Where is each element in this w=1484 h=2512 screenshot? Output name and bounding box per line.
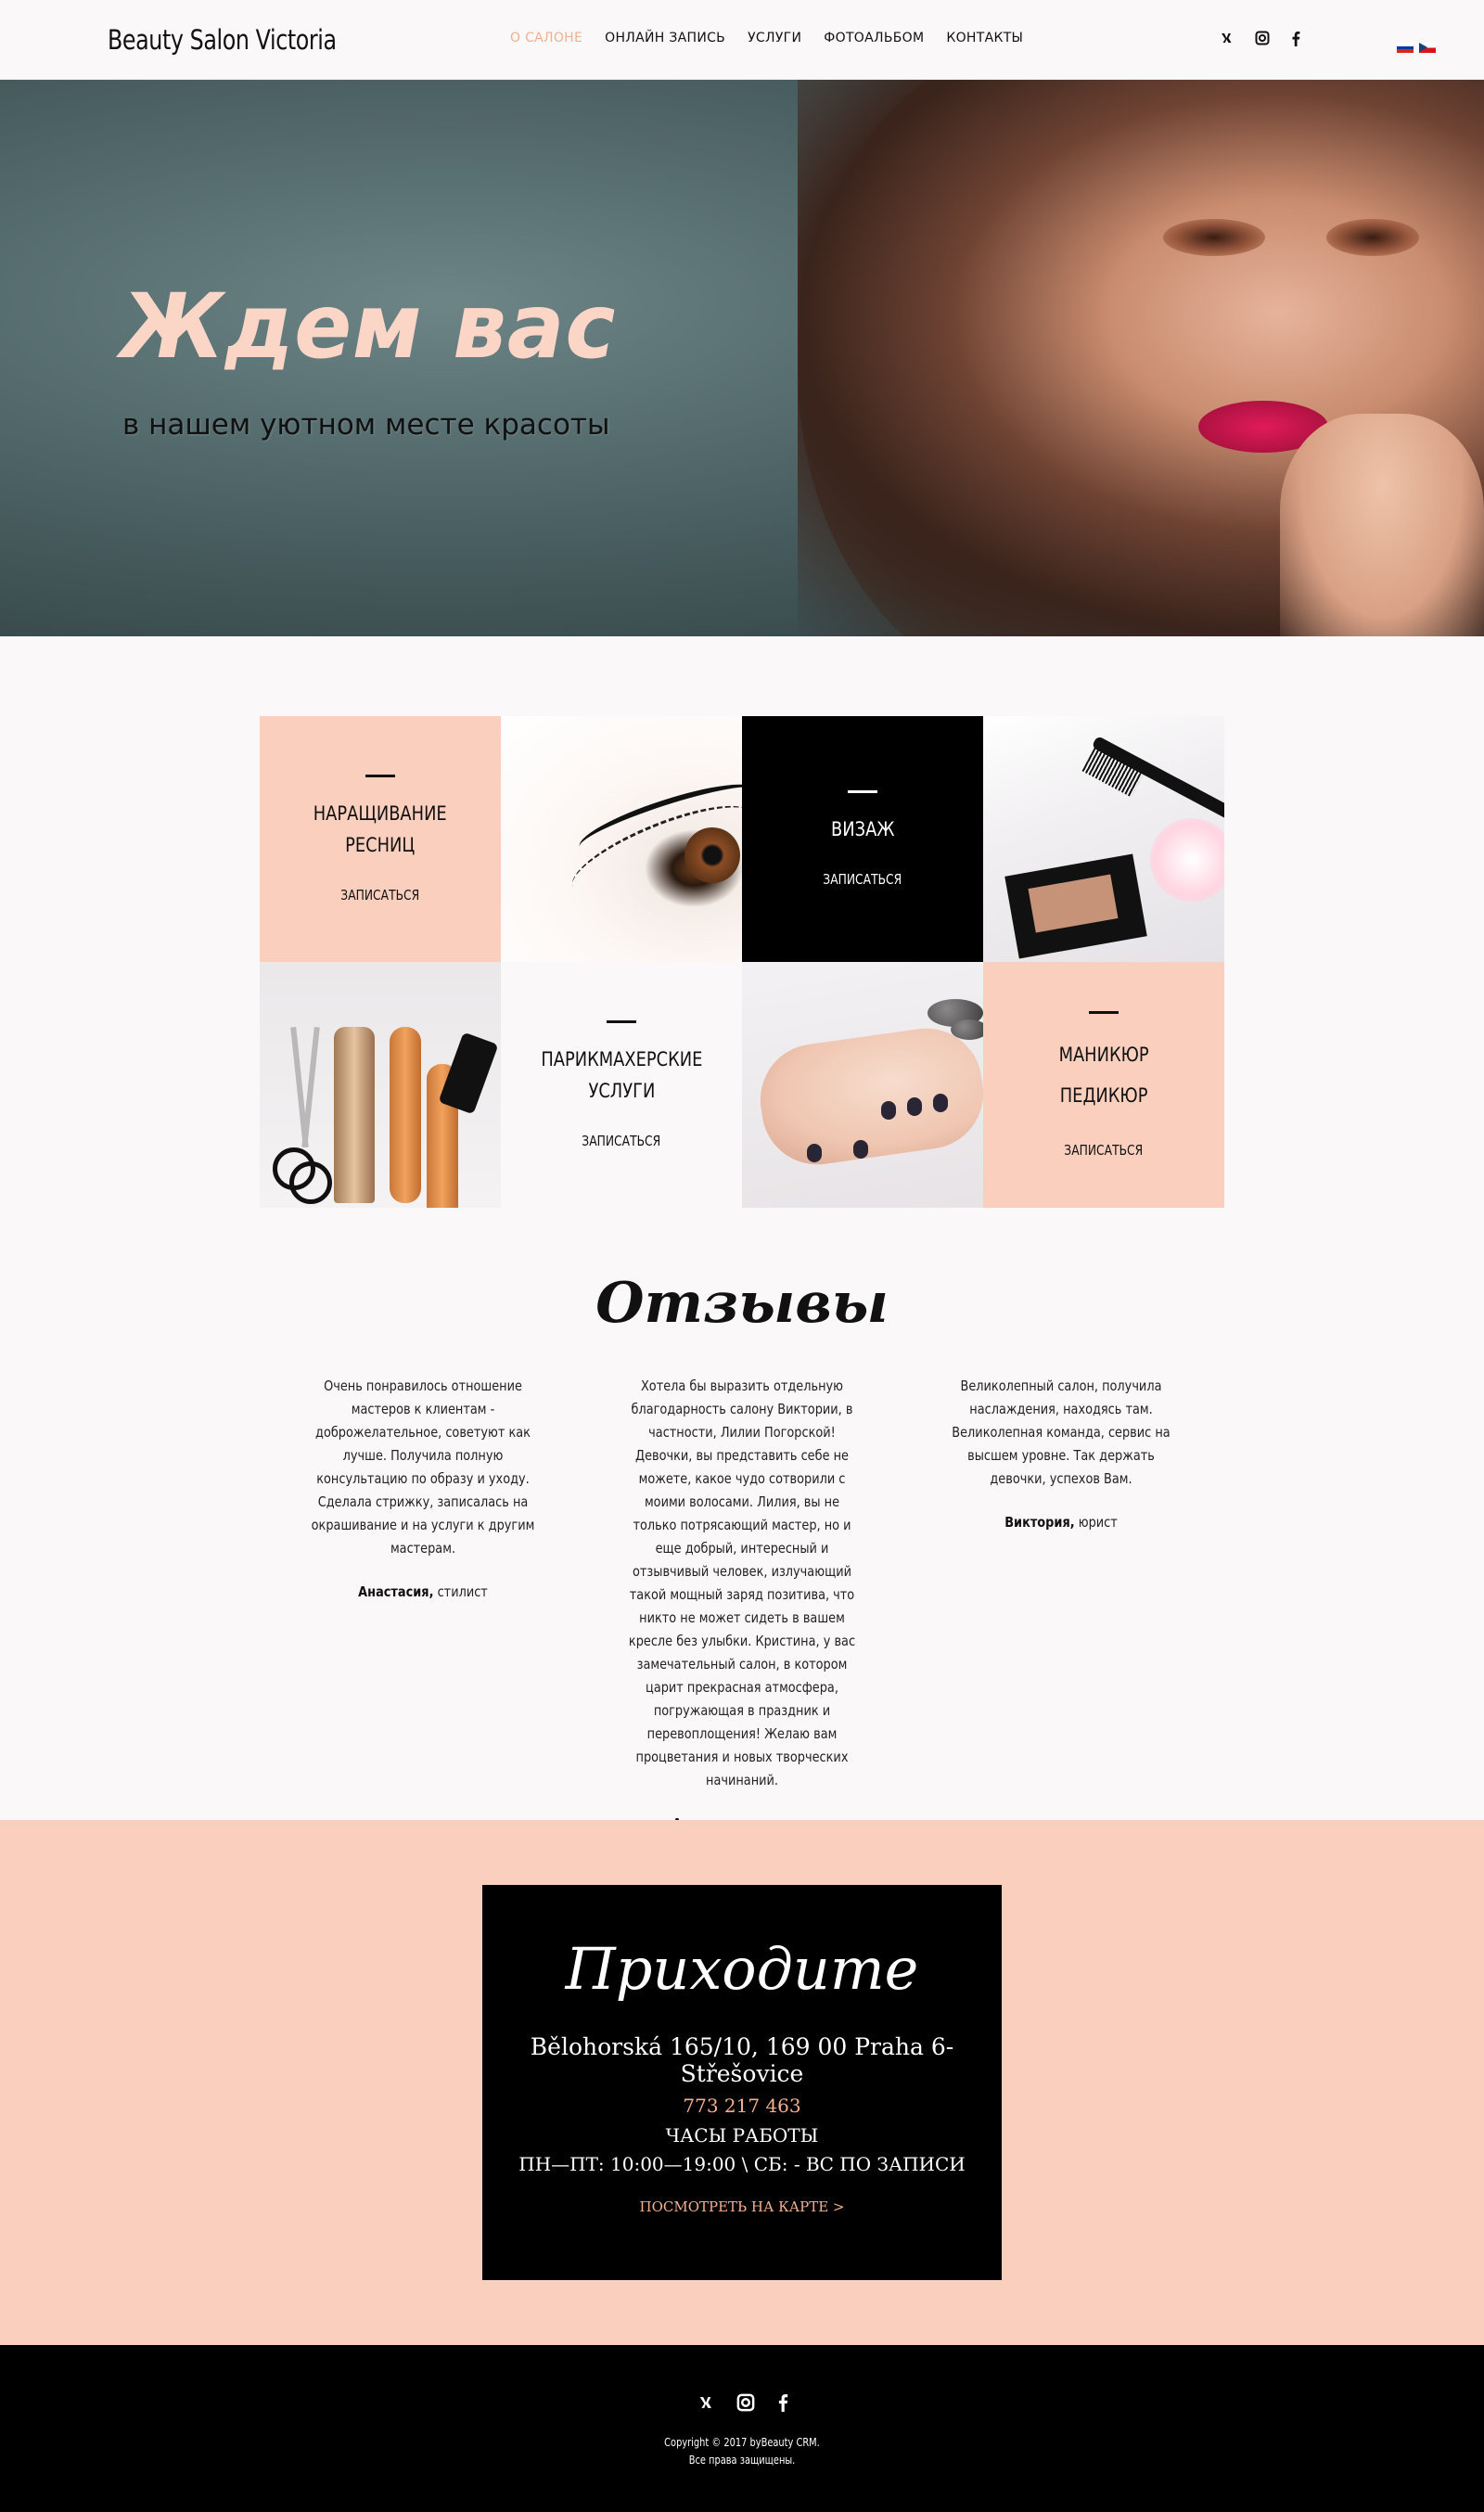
review-text: Очень понравилось отношение мастеров к к…: [311, 1378, 535, 1557]
nav-online-booking[interactable]: ОНЛАЙН ЗАПИСЬ: [605, 31, 725, 45]
nav-about[interactable]: О САЛОНЕ: [510, 31, 582, 45]
review-text: Великолепный салон, получила наслаждения…: [952, 1378, 1171, 1487]
service-name: МАНИКЮР ПЕДИКЮР: [1058, 1044, 1149, 1107]
header-social: [1221, 30, 1304, 46]
service-tile-hair: ПАРИКМАХЕРСКИЕ УСЛУГИ ЗАПИСАТЬСЯ: [501, 962, 742, 1208]
author-role: стилист: [433, 1583, 488, 1600]
author-role: юрист: [1074, 1514, 1118, 1531]
review-card: Великолепный салон, получила наслаждения…: [922, 1375, 1200, 1534]
nav-contacts[interactable]: КОНТАКТЫ: [946, 31, 1023, 45]
language-switcher: [1397, 43, 1436, 53]
review-text: Хотела бы выразить отдельную благодарнос…: [628, 1378, 856, 1788]
book-lashes-button[interactable]: ЗАПИСАТЬСЯ: [341, 887, 420, 904]
divider: [365, 775, 395, 777]
site-logo[interactable]: Beauty Salon Victoria: [108, 24, 337, 56]
service-name: НАРАЩИВАНИЕ РЕСНИЦ: [313, 802, 447, 856]
hero-photo-eye: [1163, 219, 1265, 256]
services-grid: НАРАЩИВАНИЕ РЕСНИЦ ЗАПИСАТЬСЯ ВИЗАЖ ЗАПИ…: [260, 716, 1224, 1208]
photo-eyelashes: [501, 716, 742, 962]
hero-photo-hand: [1280, 414, 1484, 636]
book-hair-button[interactable]: ЗАПИСАТЬСЯ: [582, 1133, 661, 1149]
service-tile-visage: ВИЗАЖ ЗАПИСАТЬСЯ: [742, 716, 983, 962]
photo-manicure: [742, 962, 983, 1208]
rights-line: Все права защищены.: [688, 2454, 796, 2467]
nav-services[interactable]: УСЛУГИ: [748, 31, 801, 45]
copyright-line: Copyright © 2017 byBeauty CRM.: [664, 2436, 820, 2449]
divider: [848, 790, 877, 793]
book-nails-button[interactable]: ЗАПИСАТЬСЯ: [1065, 1142, 1144, 1159]
working-hours: ПН—ПТ: 10:00—19:00 \ СБ: - ВС ПО ЗАПИСИ: [518, 2153, 966, 2175]
contact-card: Приходите Bělohorská 165/10, 169 00 Prah…: [482, 1885, 1002, 2280]
site-footer: Copyright © 2017 byBeauty CRM. Все права…: [0, 2345, 1484, 2512]
divider: [607, 1020, 636, 1023]
copyright: Copyright © 2017 byBeauty CRM. Все права…: [0, 2434, 1484, 2469]
review-card: Очень понравилось отношение мастеров к к…: [284, 1375, 562, 1604]
footer-social: [697, 2391, 794, 2414]
vk-icon[interactable]: [697, 2391, 720, 2414]
cz-flag-icon[interactable]: [1419, 43, 1436, 53]
hero-title: Ждем вас: [121, 275, 617, 378]
review-card: Хотела бы выразить отдельную благодарнос…: [603, 1375, 881, 1836]
site-header: Beauty Salon Victoria О САЛОНЕ ОНЛАЙН ЗА…: [0, 0, 1484, 80]
photo-hair-tools: [260, 962, 501, 1208]
nav-photo-album[interactable]: ФОТОАЛЬБОМ: [824, 31, 924, 45]
review-author: Анастасия, стилист: [303, 1581, 543, 1604]
service-name: ПАРИКМАХЕРСКИЕ УСЛУГИ: [540, 1048, 703, 1102]
view-on-map-link[interactable]: ПОСМОТРЕТЬ НА КАРТЕ >: [482, 2198, 1002, 2215]
service-name: ВИЗАЖ: [830, 818, 895, 840]
contact-phone[interactable]: 773 217 463: [482, 2095, 1002, 2117]
author-name: Виктория,: [1004, 1514, 1075, 1531]
author-name: Анастасия,: [358, 1583, 434, 1600]
ru-flag-icon[interactable]: [1397, 43, 1414, 53]
hero-photo-eye: [1326, 219, 1419, 256]
reviews-title: Отзывы: [595, 1271, 889, 1336]
facebook-icon[interactable]: [772, 2391, 794, 2414]
vk-icon[interactable]: [1221, 30, 1237, 46]
contact-title: Приходите: [565, 1935, 919, 2003]
contact-address: Bělohorská 165/10, 169 00 Praha 6-Střešo…: [530, 2033, 954, 2087]
hours-label: ЧАСЫ РАБОТЫ: [665, 2124, 819, 2147]
divider: [1089, 1011, 1119, 1014]
hero-subtitle: в нашем уютном месте красоты: [122, 408, 610, 442]
review-author: Виктория, юрист: [941, 1511, 1181, 1534]
facebook-icon[interactable]: [1287, 30, 1304, 46]
photo-makeup: [983, 716, 1224, 962]
hero-banner: Ждем вас в нашем уютном месте красоты: [0, 80, 1484, 636]
page: Beauty Salon Victoria О САЛОНЕ ОНЛАЙН ЗА…: [0, 0, 1484, 2512]
instagram-icon[interactable]: [735, 2391, 757, 2414]
book-visage-button[interactable]: ЗАПИСАТЬСЯ: [824, 871, 902, 888]
instagram-icon[interactable]: [1254, 30, 1271, 46]
service-tile-nails: МАНИКЮР ПЕДИКЮР ЗАПИСАТЬСЯ: [983, 962, 1224, 1208]
main-nav: О САЛОНЕ ОНЛАЙН ЗАПИСЬ УСЛУГИ ФОТОАЛЬБОМ…: [510, 31, 1023, 45]
service-tile-lashes: НАРАЩИВАНИЕ РЕСНИЦ ЗАПИСАТЬСЯ: [260, 716, 501, 962]
